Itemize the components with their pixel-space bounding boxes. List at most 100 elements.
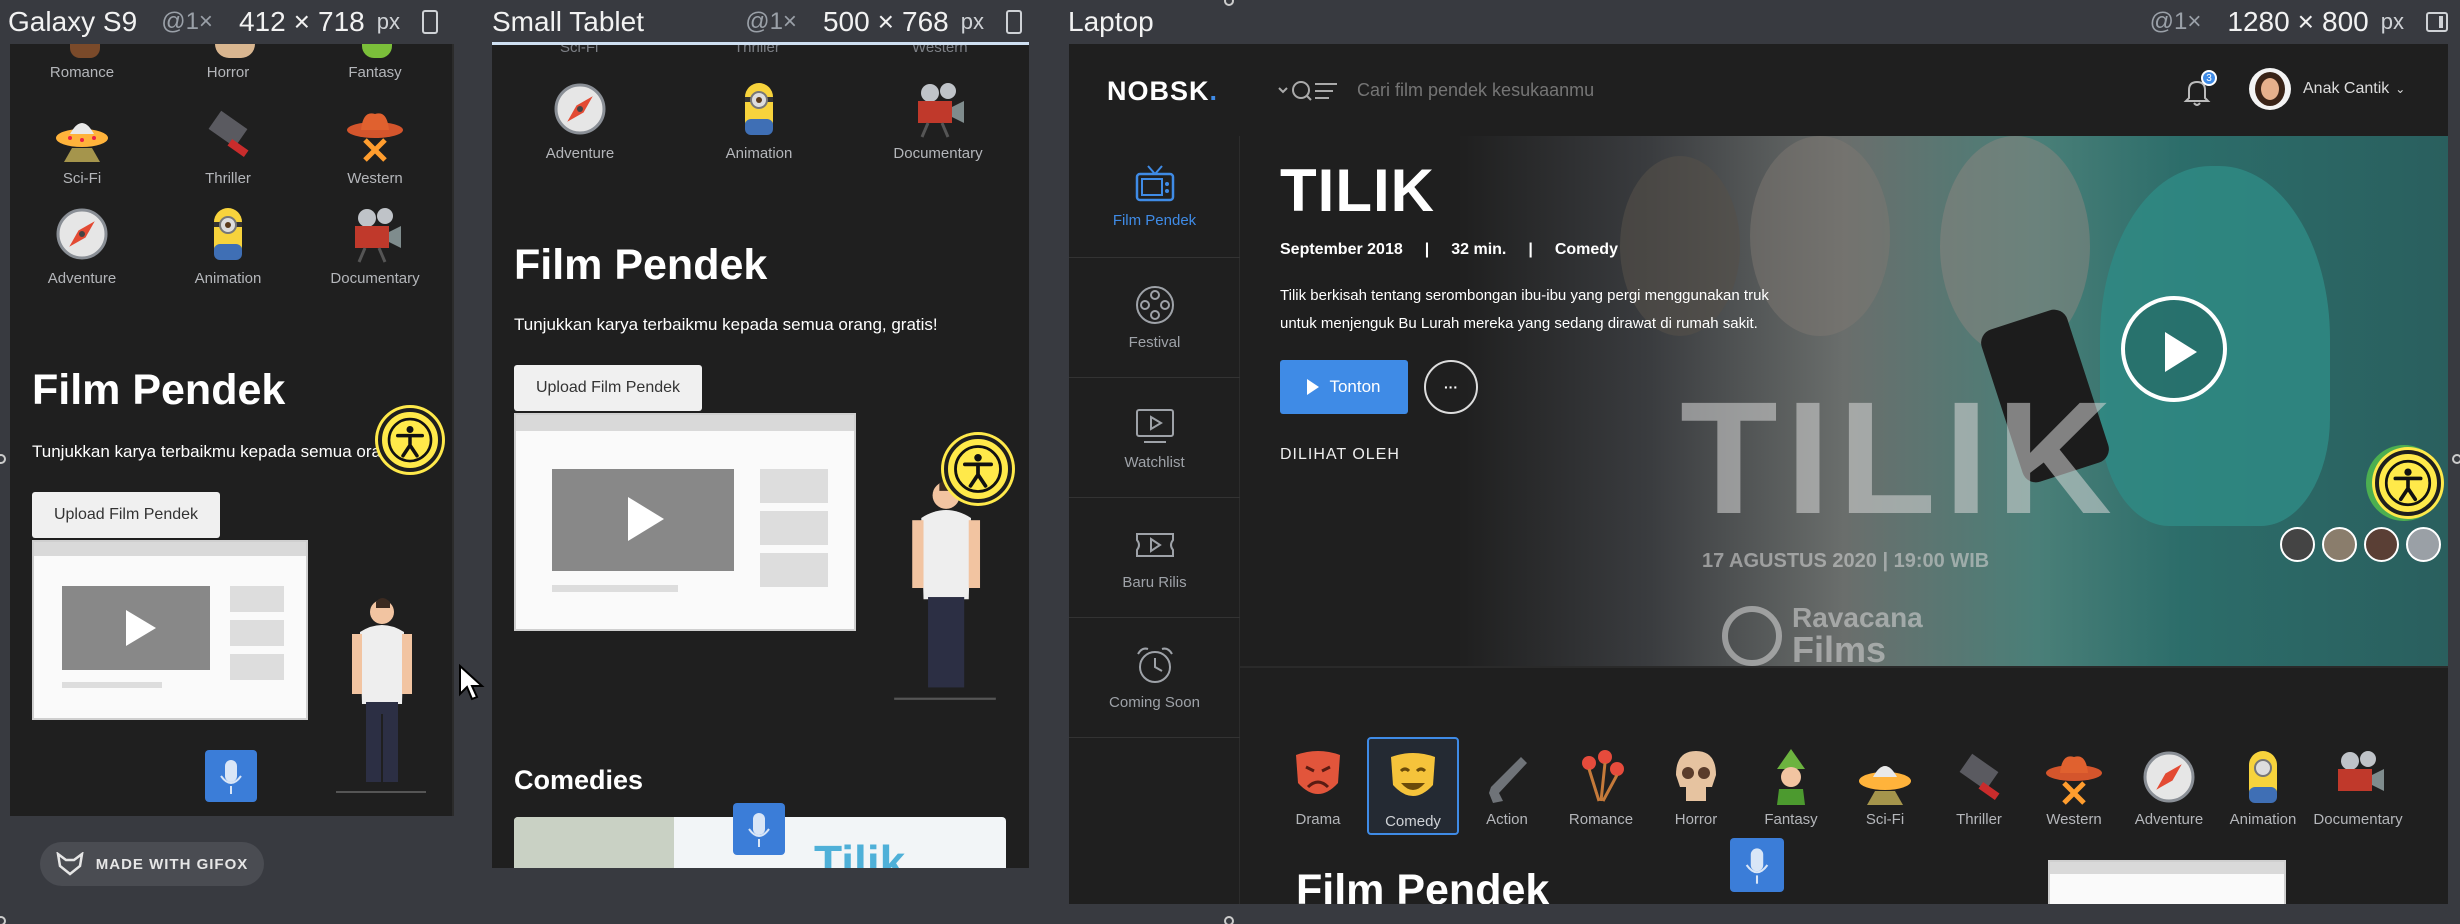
- frame-width: 1280: [2227, 6, 2290, 37]
- genre-scifi-partial[interactable]: Sci-Fi: [560, 45, 598, 56]
- skull-icon: [215, 44, 255, 58]
- genre-animation[interactable]: Animation: [168, 204, 288, 287]
- accessibility-button[interactable]: [944, 435, 1012, 503]
- avatar[interactable]: [2249, 68, 2291, 110]
- frame-unit: px: [376, 9, 400, 34]
- elf-icon: [362, 44, 392, 58]
- genre-scifi[interactable]: Sci-Fi: [22, 104, 142, 187]
- chevron-down-icon: ⌄: [2395, 82, 2406, 96]
- genre-documentary[interactable]: Documentary: [2312, 737, 2404, 835]
- frame-unit: px: [960, 9, 984, 34]
- featured-banner: TILIK 17 AGUSTUS 2020 | 19:00 WIB Ravaca…: [1240, 136, 2448, 668]
- genre-fantasy[interactable]: Fantasy: [315, 64, 435, 81]
- notification-badge: 3: [2201, 70, 2217, 86]
- genre-documentary[interactable]: Documentary: [878, 79, 998, 162]
- laptop-icon[interactable]: [2426, 12, 2448, 32]
- more-options-button[interactable]: ···: [1424, 360, 1478, 414]
- viewport-galaxy-s9: Romance Horror Fantasy Sci-Fi Thriller W…: [10, 44, 452, 816]
- alarm-clock-icon: [1134, 644, 1176, 686]
- film-reel-icon: [1134, 284, 1176, 326]
- viewer-avatar[interactable]: [2406, 527, 2441, 562]
- viewport-small-tablet: Sci-Fi Thriller Western Adventure Animat…: [492, 45, 1029, 868]
- film-camera-icon: [345, 204, 405, 264]
- frame-label-tablet: Small Tablet @1× 500 × 768 px: [492, 0, 1022, 44]
- video-player-illustration: [32, 540, 308, 720]
- phone-icon[interactable]: [422, 10, 438, 34]
- genre-adventure[interactable]: Adventure: [22, 204, 142, 287]
- genre-comedy[interactable]: Comedy: [1367, 737, 1459, 835]
- genre-western[interactable]: Western: [2028, 737, 2120, 835]
- genre-documentary[interactable]: Documentary: [315, 204, 435, 287]
- film-camera-icon: [908, 79, 968, 139]
- genre-thriller-partial[interactable]: Thriller: [734, 45, 780, 56]
- new-release-icon: [1134, 524, 1176, 566]
- genre-scifi[interactable]: Sci-Fi: [1839, 737, 1931, 835]
- rose-icon: [70, 44, 100, 58]
- section-title: Film Pendek: [514, 241, 768, 289]
- resize-handle[interactable]: [0, 454, 6, 464]
- sidebar-item-coming-soon[interactable]: Coming Soon: [1069, 618, 1240, 738]
- upload-film-button[interactable]: Upload Film Pendek: [32, 492, 220, 538]
- comedy-mask-icon: [1383, 749, 1443, 809]
- viewer-avatar[interactable]: [2322, 527, 2357, 562]
- search-toggle[interactable]: [1277, 78, 1345, 104]
- resize-handle[interactable]: [0, 916, 6, 924]
- play-icon: [126, 610, 156, 646]
- viewport-laptop: NOBSK. 3 Anak Cantik ⌄ Film Pendek: [1069, 44, 2448, 904]
- big-play-button[interactable]: [2121, 296, 2227, 402]
- genre-drama[interactable]: Drama: [1272, 737, 1364, 835]
- genre-western-partial[interactable]: Western: [912, 45, 968, 56]
- frame-times: ×: [293, 6, 311, 37]
- genre-horror[interactable]: Horror: [1650, 737, 1742, 835]
- genre-thriller[interactable]: Thriller: [168, 104, 288, 187]
- frame-scale: @1×: [2149, 8, 2202, 35]
- frame-scale: @1×: [161, 8, 213, 35]
- genre-action[interactable]: Action: [1461, 737, 1553, 835]
- search-input[interactable]: [1357, 74, 1757, 106]
- sidebar-item-baru-rilis[interactable]: Baru Rilis: [1069, 498, 1240, 618]
- microphone-icon: [205, 750, 257, 802]
- tablet-icon[interactable]: [1006, 10, 1022, 34]
- featured-title: TILIK: [1280, 157, 1435, 224]
- accessibility-button[interactable]: [378, 408, 442, 472]
- watch-button[interactable]: Tonton: [1280, 360, 1408, 414]
- frame-label-laptop: Laptop @1× 1280 × 800 px: [1068, 0, 2448, 44]
- section-subtitle: Tunjukkan karya terbaikmu kepada semua o…: [32, 442, 405, 461]
- logo[interactable]: NOBSK.: [1107, 76, 1218, 107]
- genre-western[interactable]: Western: [315, 104, 435, 187]
- viewer-avatar[interactable]: [2364, 527, 2399, 562]
- frame-scale: @1×: [745, 8, 797, 35]
- notification-bell-icon[interactable]: 3: [2181, 70, 2217, 108]
- user-menu[interactable]: Anak Cantik ⌄: [2303, 80, 2405, 98]
- play-icon: [1307, 379, 1320, 395]
- genre-thriller[interactable]: Thriller: [1933, 737, 2025, 835]
- microphone-icon: [1730, 838, 1784, 892]
- genre-fantasy[interactable]: Fantasy: [1745, 737, 1837, 835]
- film-camera-icon: [2328, 747, 2388, 807]
- section-subtitle: Tunjukkan karya terbaikmu kepada semua o…: [514, 315, 938, 334]
- frame-height: 718: [318, 6, 365, 37]
- sidebar-item-festival[interactable]: Festival: [1069, 258, 1240, 378]
- banner-brand: Ravacana Films: [1722, 604, 1923, 666]
- sidebar-item-watchlist[interactable]: Watchlist: [1069, 378, 1240, 498]
- upload-film-button[interactable]: Upload Film Pendek: [514, 365, 702, 411]
- ravacana-logo-icon: [1722, 606, 1782, 666]
- featured-description: Tilik berkisah tentang serombongan ibu-i…: [1280, 287, 1769, 332]
- genre-adventure[interactable]: Adventure: [520, 79, 640, 162]
- compass-icon: [2139, 747, 2199, 807]
- resize-handle[interactable]: [2452, 454, 2460, 464]
- sidebar-item-film-pendek[interactable]: Film Pendek: [1069, 136, 1240, 258]
- genre-animation[interactable]: Animation: [2217, 737, 2309, 835]
- genre-horror[interactable]: Horror: [168, 64, 288, 81]
- banner-date: 17 AGUSTUS 2020 | 19:00 WIB: [1702, 550, 1990, 572]
- accessibility-button[interactable]: [2375, 450, 2441, 516]
- genre-adventure[interactable]: Adventure: [2123, 737, 2215, 835]
- genre-romance[interactable]: Romance: [22, 64, 142, 81]
- genre-romance[interactable]: Romance: [1555, 737, 1647, 835]
- mouse-cursor: [458, 663, 488, 704]
- genre-animation[interactable]: Animation: [699, 79, 819, 162]
- resize-handle[interactable]: [1224, 916, 1234, 924]
- featured-meta: September 2018 | 32 min. | Comedy: [1280, 241, 1618, 258]
- viewer-avatar[interactable]: [2280, 527, 2315, 562]
- minion-icon: [2233, 747, 2293, 807]
